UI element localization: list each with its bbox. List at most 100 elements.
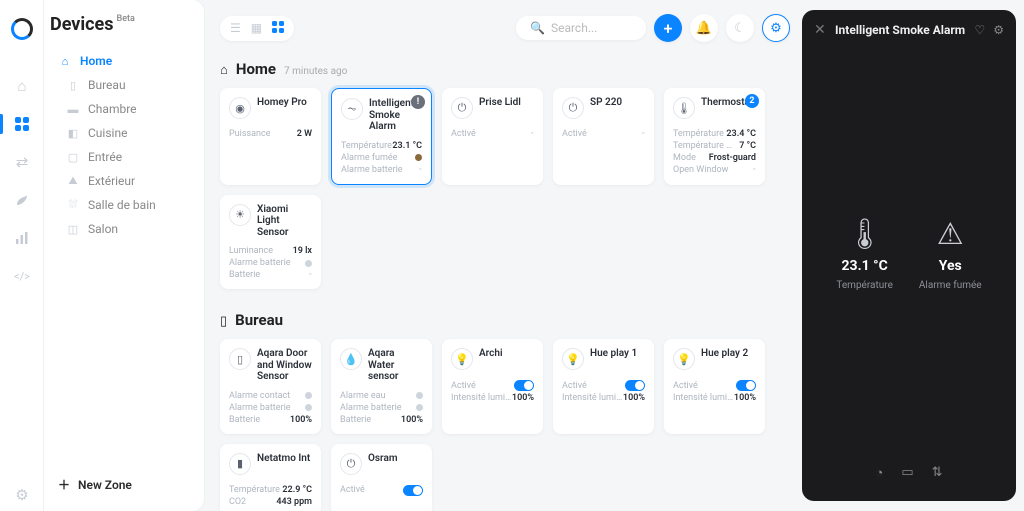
- settings-button[interactable]: ⚙: [762, 14, 790, 42]
- detail-footer: ◔ ▭ ⇅: [802, 465, 1016, 489]
- device-card[interactable]: ▯ Aqara Door and Window Sensor Alarme co…: [220, 339, 321, 434]
- page-title: DevicesBeta: [44, 14, 204, 49]
- bulb-icon: 💡: [673, 348, 695, 370]
- view-list-icon[interactable]: ☰: [230, 21, 241, 36]
- zone-label: Salle de bain: [88, 198, 156, 212]
- zone-home[interactable]: ⌂ Home: [44, 49, 204, 73]
- toggle[interactable]: [514, 380, 534, 391]
- plug-icon: ⏻: [340, 453, 362, 475]
- card-row: Intensité lumineu...100%: [673, 392, 756, 404]
- zone-entrée[interactable]: ▢ Entrée: [44, 145, 204, 169]
- device-card[interactable]: 💧 Aqara Water sensor Alarme eauAlarme ba…: [331, 339, 432, 434]
- card-row: Température23.1 °C: [341, 140, 422, 152]
- card-row: Batterie100%: [229, 414, 312, 426]
- device-card[interactable]: ! ⏦ Intelligent Smoke Alarm Température2…: [331, 88, 432, 185]
- zone-icon: ◫: [66, 223, 80, 236]
- toggle[interactable]: [625, 380, 645, 391]
- app-logo: [11, 18, 33, 40]
- home-icon: ⌂: [58, 55, 72, 68]
- section-icon: ⌂: [220, 62, 228, 78]
- rail-flows-icon[interactable]: ⇄: [0, 146, 44, 178]
- notifications-button[interactable]: 🔔: [690, 14, 718, 42]
- plug-icon: ⏻: [562, 97, 584, 119]
- thermo-icon: 🌡: [673, 97, 695, 119]
- device-card[interactable]: ▮ Netatmo Int Température22.9 °CCO2443 p…: [220, 444, 321, 511]
- zone-label: Extérieur: [88, 174, 135, 188]
- plus-icon: ＋: [58, 476, 70, 493]
- rail-devices-icon[interactable]: [0, 108, 44, 140]
- card-row: Alarme batterie: [229, 402, 312, 414]
- door-icon: ▯: [229, 348, 251, 370]
- card-name: Aqara Door and Window Sensor: [257, 348, 312, 383]
- zone-extérieur[interactable]: ⛰ Extérieur: [44, 169, 204, 193]
- theme-button[interactable]: ☾: [726, 14, 754, 42]
- zone-bureau[interactable]: ▯ Bureau: [44, 73, 204, 97]
- topbar: ☰ ▦ 🔍 Search... + 🔔 ☾ ⚙: [220, 14, 790, 42]
- card-row: Alarme batterie: [229, 257, 312, 269]
- battery-icon[interactable]: ▭: [901, 465, 913, 481]
- card-row: Intensité lumineu...100%: [451, 392, 534, 404]
- device-card[interactable]: ⏻ Prise Lidl Activé-: [442, 88, 543, 185]
- card-row: Luminance19 lx: [229, 245, 312, 257]
- card-name: Netatmo Int: [257, 453, 310, 477]
- rail-settings-icon[interactable]: ⚙: [0, 479, 44, 511]
- view-grid-icon[interactable]: ▦: [251, 21, 262, 36]
- zone-icon: ⛰: [66, 174, 80, 188]
- card-row: Alarme fumée: [341, 152, 422, 164]
- add-button[interactable]: +: [654, 14, 682, 42]
- nav-rail: ⌂ ⇄ </> ⚙: [0, 0, 44, 511]
- card-name: Hue play 2: [701, 348, 748, 372]
- zone-salle-de-bain[interactable]: ⛆Salle de bain: [44, 193, 204, 217]
- card-row: Alarme eau: [340, 390, 423, 402]
- toggle[interactable]: [736, 380, 756, 391]
- section-title: ▯Bureau: [220, 311, 790, 329]
- search-input[interactable]: 🔍 Search...: [516, 16, 646, 40]
- close-icon[interactable]: ✕: [814, 22, 826, 38]
- card-name: SP 220: [590, 97, 622, 121]
- toggle[interactable]: [403, 485, 423, 496]
- card-row: Batterie-: [229, 269, 312, 281]
- card-row: Batterie100%: [340, 414, 423, 426]
- device-card[interactable]: ⏻ SP 220 Activé-: [553, 88, 654, 185]
- device-card[interactable]: 💡 Hue play 2 ActivéIntensité lumineu...1…: [664, 339, 765, 434]
- zone-icon: ▯: [66, 79, 80, 92]
- zone-icon: ▢: [66, 151, 80, 164]
- device-card[interactable]: ◉ Homey Pro Puissance2 W: [220, 88, 321, 185]
- zone-salon[interactable]: ◫Salon: [44, 217, 204, 241]
- rail-home-icon[interactable]: ⌂: [0, 70, 44, 102]
- card-row: ModeFrost-guard: [673, 152, 756, 164]
- card-row: Activé-: [562, 128, 645, 140]
- device-card[interactable]: ⏻ Osram Activé: [331, 444, 432, 511]
- rail-eco-icon[interactable]: [0, 184, 44, 216]
- detail-settings-icon[interactable]: ⚙: [993, 23, 1004, 37]
- device-card[interactable]: ☀ Xiaomi Light Sensor Luminance19 lxAlar…: [220, 195, 321, 290]
- rail-insights-icon[interactable]: [0, 222, 44, 254]
- favorite-icon[interactable]: ♡: [974, 23, 985, 37]
- card-name: Osram: [368, 453, 398, 477]
- sliders-icon[interactable]: ⇅: [932, 465, 943, 481]
- device-card[interactable]: 2 🌡 Thermostat Température23.4 °CTempéra…: [664, 88, 765, 185]
- device-card[interactable]: 💡 Hue play 1 ActivéIntensité lumineu...1…: [553, 339, 654, 434]
- zone-label: Bureau: [88, 78, 126, 92]
- zone-cuisine[interactable]: ◧Cuisine: [44, 121, 204, 145]
- card-row: Intensité lumineu...100%: [562, 392, 645, 404]
- rail-script-icon[interactable]: </>: [0, 260, 44, 292]
- card-name: Hue play 1: [590, 348, 637, 372]
- card-row: Température23.4 °C: [673, 128, 756, 140]
- metric-icon: ⚠: [937, 217, 964, 252]
- new-zone-button[interactable]: ＋ New Zone: [44, 468, 204, 501]
- plug-icon: ⏻: [451, 97, 473, 119]
- zone-chambre[interactable]: ▬Chambre: [44, 97, 204, 121]
- gauge-icon[interactable]: ◔: [875, 465, 883, 481]
- card-name: Homey Pro: [257, 97, 307, 121]
- metric-icon: 🌡: [846, 217, 884, 252]
- device-card[interactable]: 💡 Archi ActivéIntensité lumineu...100%: [442, 339, 543, 434]
- search-icon: 🔍: [530, 21, 545, 35]
- card-name: Archi: [479, 348, 503, 372]
- zone-label: Chambre: [88, 102, 137, 116]
- zone-label: Entrée: [88, 150, 122, 164]
- card-name: Xiaomi Light Sensor: [257, 204, 312, 239]
- netatmo-icon: ▮: [229, 453, 251, 475]
- zones-sidebar: DevicesBeta ⌂ Home ▯ Bureau ▬Chambre◧Cuisi…: [44, 0, 204, 511]
- view-cards-icon[interactable]: [272, 21, 284, 36]
